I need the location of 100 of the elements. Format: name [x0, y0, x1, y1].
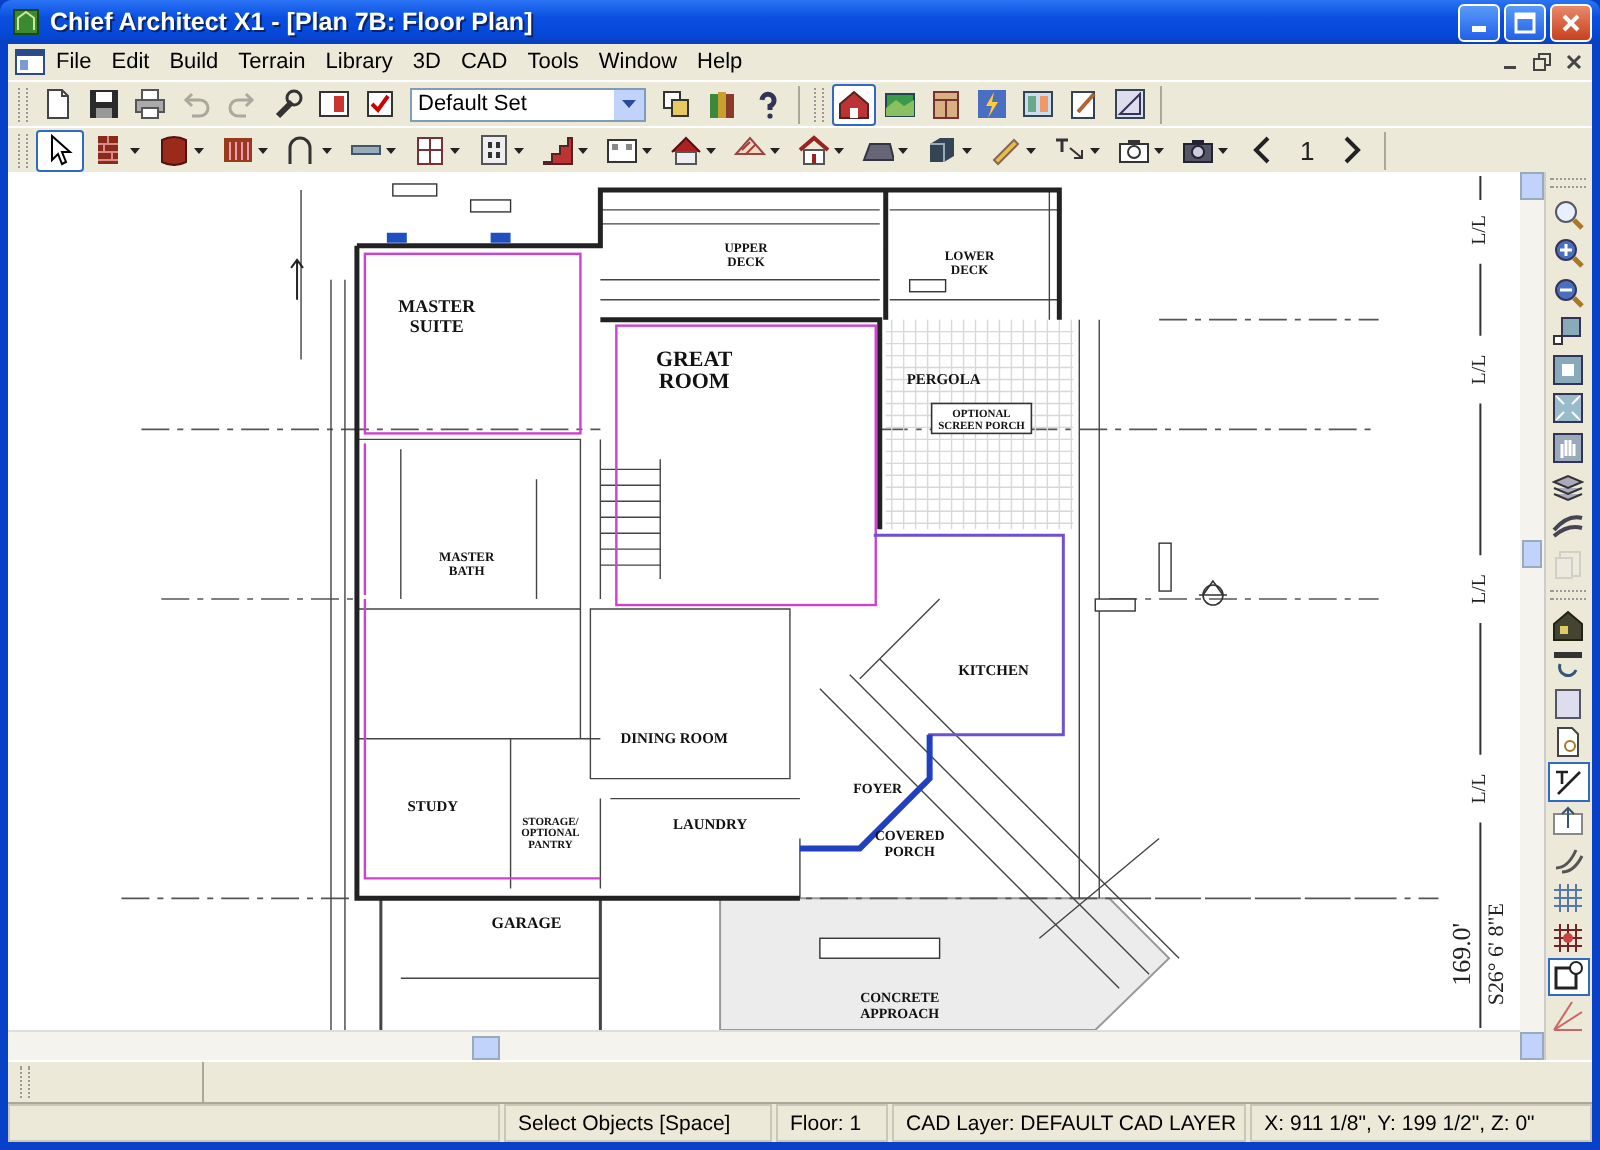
caret-icon [322, 147, 332, 153]
checkbox-icon [364, 88, 396, 120]
redo-icon [226, 88, 258, 120]
horizontal-scrollbar[interactable] [8, 1030, 1520, 1060]
menu-item[interactable]: Help [687, 50, 753, 74]
stacked-layers-icon [1552, 470, 1585, 503]
menu-item[interactable]: Window [588, 50, 688, 74]
dropdown-arrow-icon [622, 100, 636, 108]
maximize-button[interactable] [1504, 3, 1546, 41]
menu-item[interactable]: Edit [101, 50, 160, 74]
lot-line-label: L/L [1468, 214, 1491, 245]
menu-item[interactable]: Build [159, 50, 229, 74]
node-frame-icon [1552, 960, 1585, 993]
swoosh-icon [1552, 509, 1585, 542]
window-title: Chief Architect X1 - [Plan 7B: Floor Plan] [50, 8, 533, 36]
zoom-in-icon [1552, 236, 1585, 269]
window-icon [414, 134, 446, 166]
close-icon [1558, 9, 1584, 35]
caret-icon [130, 147, 140, 153]
menu-item[interactable]: Library [315, 50, 403, 74]
cabinet-icon [930, 88, 962, 120]
gable-roof-icon [670, 134, 702, 166]
storefront-icon [606, 134, 638, 166]
cube-icon [926, 134, 958, 166]
maximize-icon [1512, 9, 1538, 35]
expand-icon [1552, 392, 1585, 425]
room-label: MASTER SUITE [398, 295, 476, 336]
menu-item[interactable]: Tools [517, 50, 589, 74]
round-wall-icon [158, 134, 190, 166]
zoom-box-icon [1552, 314, 1585, 347]
caret-icon [194, 147, 204, 153]
caret-icon [1218, 147, 1228, 153]
zoom-out-icon [1552, 275, 1585, 308]
caret-icon [642, 147, 652, 153]
frame-icon [1552, 687, 1585, 720]
up-box-icon [1552, 804, 1585, 837]
grid-target-icon [1552, 921, 1585, 954]
text-dimension-icon [1552, 765, 1585, 798]
caret-icon [514, 147, 524, 153]
railing-icon [222, 134, 254, 166]
save-icon [88, 88, 120, 120]
minimize-icon [1472, 25, 1486, 31]
camera-icon [1118, 134, 1150, 166]
caret-icon [258, 147, 268, 153]
menu-item[interactable]: Terrain [228, 50, 316, 74]
menu-item[interactable]: 3D [402, 50, 451, 74]
caret-icon [578, 147, 588, 153]
page-number: 1 [1298, 135, 1317, 165]
arch-door-icon [286, 134, 318, 166]
lot-line-label: L/L [1468, 773, 1491, 804]
restore-icon[interactable] [1532, 52, 1552, 72]
caret-icon [1090, 147, 1100, 153]
close-icon[interactable] [1564, 52, 1584, 72]
menu-item[interactable]: CAD [450, 50, 518, 74]
page-copy-icon [1552, 548, 1585, 581]
panels-icon [1022, 88, 1054, 120]
small-house-icon [798, 134, 830, 166]
layer-set-dropdown[interactable]: Default Set [410, 87, 646, 121]
vertical-scrollbar[interactable] [1520, 172, 1544, 1060]
minimize-button[interactable] [1458, 3, 1500, 41]
lightning-icon [976, 88, 1008, 120]
grid-icon [1552, 882, 1585, 915]
caret-icon [770, 147, 780, 153]
house-icon [838, 88, 870, 120]
dark-camera-icon [1182, 134, 1214, 166]
caret-icon [1154, 147, 1164, 153]
ruler-icon [990, 134, 1022, 166]
caret-icon [962, 147, 972, 153]
close-button[interactable] [1550, 3, 1592, 41]
lot-line-label: L/L [1468, 574, 1491, 604]
ray-lines-icon [1552, 999, 1585, 1032]
zoom-icon [1552, 197, 1585, 230]
wrench-icon [272, 88, 304, 120]
arrow-pointer-button[interactable] [36, 129, 84, 171]
house-button[interactable] [832, 83, 876, 125]
caret-icon [898, 147, 908, 153]
node-frame-button[interactable] [1547, 957, 1590, 996]
status-coordinates: X: 911 1/8", Y: 199 1/2", Z: 0" [1250, 1104, 1592, 1142]
landscape-icon [884, 88, 916, 120]
printer-icon [134, 88, 166, 120]
caret-icon [706, 147, 716, 153]
undo-icon [180, 88, 212, 120]
status-cad-layer: CAD Layer: DEFAULT CAD LAYER [892, 1104, 1247, 1142]
status-floor: Floor: 1 [776, 1104, 888, 1142]
dark-house-icon [1552, 609, 1585, 642]
menu-item[interactable]: File [46, 50, 102, 74]
text-dimension-button[interactable] [1547, 762, 1590, 801]
layers-icon [660, 88, 692, 120]
caret-icon [834, 147, 844, 153]
document-search-icon [1552, 726, 1585, 759]
books-icon [706, 88, 738, 120]
fill-window-icon [1552, 353, 1585, 386]
caret-icon [450, 147, 460, 153]
document-icon [14, 48, 46, 76]
plan-sheet-icon [318, 88, 350, 120]
notepad-icon [1068, 88, 1100, 120]
boundary-bearing: S26° 6' 8"E [1485, 903, 1510, 1006]
bar-swap-icon [1552, 648, 1585, 681]
outlet-icon [478, 134, 510, 166]
boundary-distance: 169.0' [1446, 922, 1477, 986]
